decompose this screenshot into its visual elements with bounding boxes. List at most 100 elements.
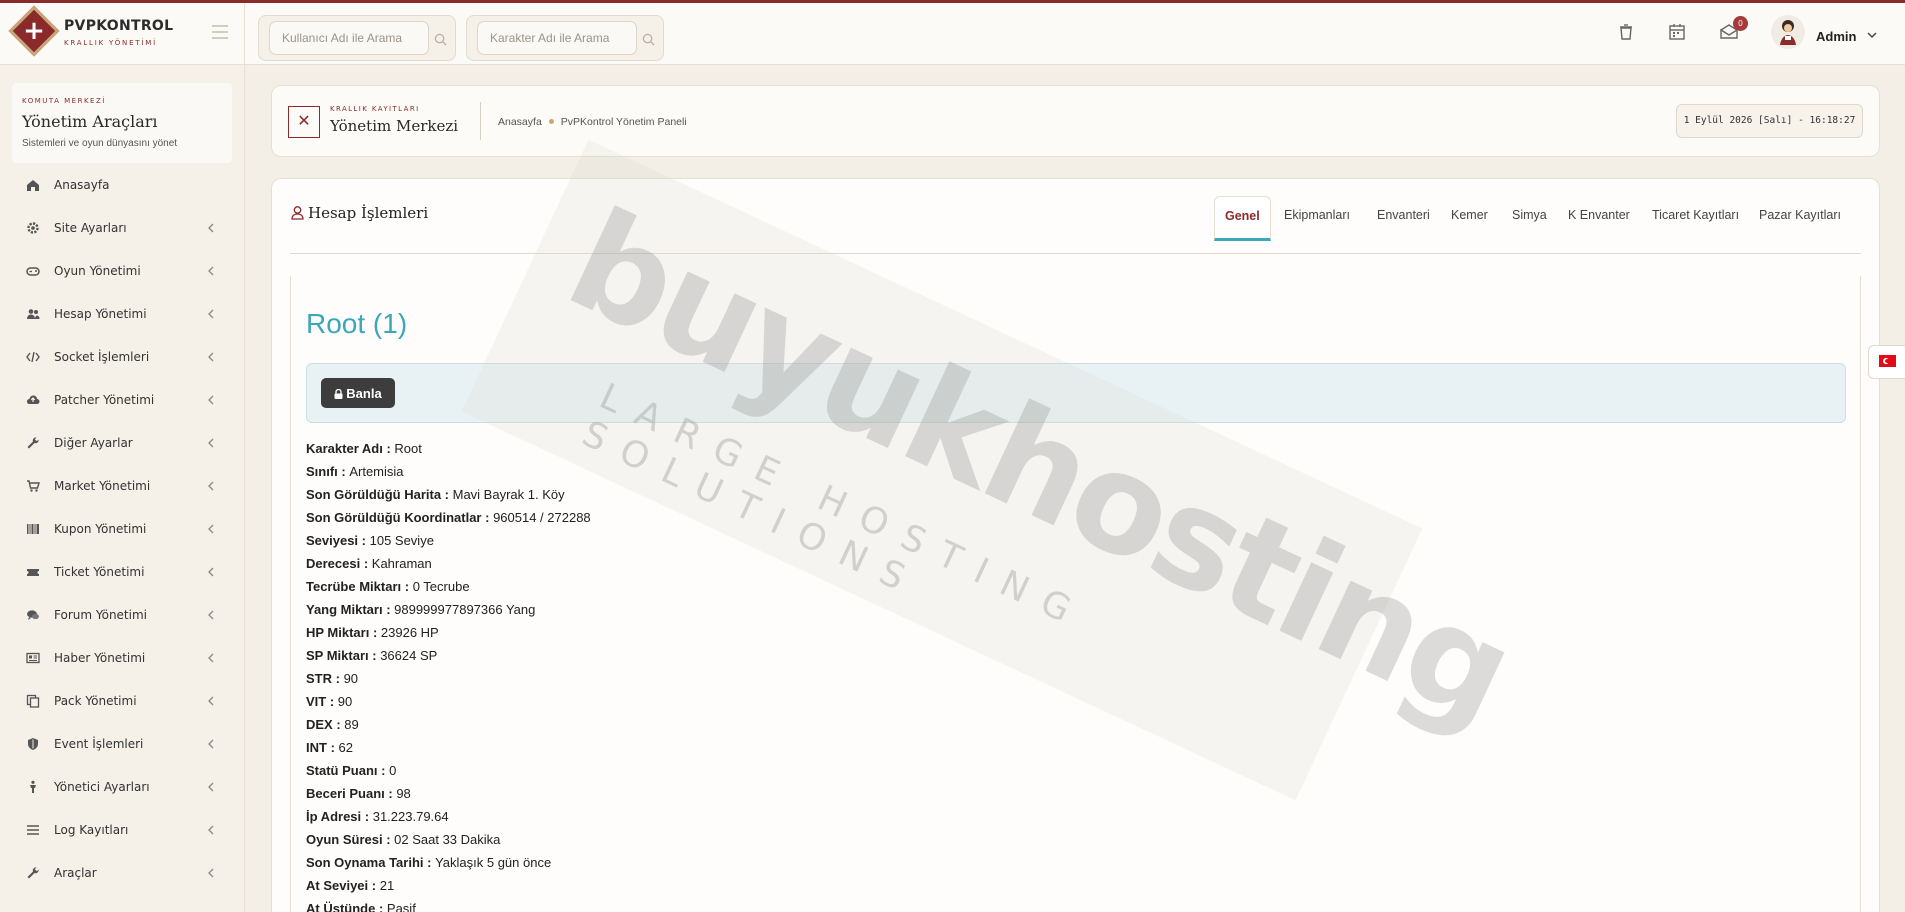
sidebar-item-anasayfa[interactable]: Anasayfa (0, 167, 245, 203)
info-value: Pasif (386, 901, 416, 912)
sidebar: KOMUTA MERKEZİ Yönetim Araçları Sistemle… (0, 65, 245, 912)
sidebar-item-yonetici-ayarlari[interactable]: Yönetici Ayarları (0, 769, 245, 805)
info-row: VIT : 90 (306, 694, 353, 709)
breadcrumb: Anasayfa PvPKontrol Yönetim Paneli (498, 116, 687, 128)
character-search-input[interactable] (477, 21, 637, 55)
brand[interactable]: + PVPKONTROL KRALLIK YÖNETİMİ (0, 3, 245, 65)
info-label: Son Görüldüğü Koordinatlar (306, 510, 482, 525)
sidebar-item-patcher-yonetimi[interactable]: Patcher Yönetimi (0, 382, 245, 418)
tab-envanteri[interactable]: Envanteri (1367, 196, 1440, 241)
sidebar-item-araclar[interactable]: Araçlar (0, 855, 245, 891)
info-label: Karakter Adı (306, 441, 383, 456)
sidebar-item-forum-yonetimi[interactable]: Forum Yönetimi (0, 597, 245, 633)
gear-icon (27, 222, 39, 234)
tab-simya[interactable]: Simya (1502, 196, 1557, 241)
sidebar-item-haber-yonetimi[interactable]: Haber Yönetimi (0, 640, 245, 676)
info-label: At Üstünde (306, 901, 376, 912)
sidebar-item-diger-ayarlar[interactable]: Diğer Ayarlar (0, 425, 245, 461)
sidebar-item-label: Ticket Yönetimi (54, 565, 145, 579)
sidebar-item-hesap-yonetimi[interactable]: Hesap Yönetimi (0, 296, 245, 332)
info-label: Yang Miktarı (306, 602, 383, 617)
chevron-left-icon (208, 782, 214, 792)
info-value: 105 Seviye (369, 533, 434, 548)
info-label: Statü Puanı (306, 763, 378, 778)
sidebar-item-label: Haber Yönetimi (54, 651, 146, 665)
info-row: Karakter Adı : Root (306, 441, 422, 456)
info-value: Yaklaşık 5 gün önce (435, 855, 552, 870)
info-value: Mavi Bayrak 1. Köy (452, 487, 565, 502)
brand-subtitle: KRALLIK YÖNETİMİ (64, 39, 157, 47)
sidebar-item-site-ayarlari[interactable]: Site Ayarları (0, 210, 245, 246)
sidebar-item-socket-islemleri[interactable]: Socket İşlemleri (0, 339, 245, 375)
account-card: Hesap İşlemleri Genel Ekipmanları Envant… (271, 178, 1880, 912)
ban-button[interactable]: Banla (321, 378, 395, 408)
info-row: Yang Miktarı : 989999977897366 Yang (306, 602, 536, 617)
tab-pazar-kayitlari[interactable]: Pazar Kayıtları (1749, 196, 1851, 241)
info-label: Derecesi (306, 556, 361, 571)
sidebar-item-label: Kupon Yönetimi (54, 522, 147, 536)
info-value: 90 (337, 694, 353, 709)
info-label: Oyun Süresi (306, 832, 383, 847)
admin-name[interactable]: Admin (1816, 29, 1856, 44)
info-row: SP Miktarı : 36624 SP (306, 648, 438, 663)
chevron-left-icon (208, 395, 214, 405)
user-icon (291, 206, 304, 220)
chevron-down-icon[interactable] (1866, 29, 1878, 41)
cloud-upload-icon (27, 395, 40, 404)
tab-k-envanter[interactable]: K Envanter (1558, 196, 1640, 241)
ban-panel: Banla (306, 363, 1846, 423)
sidebar-item-market-yonetimi[interactable]: Market Yönetimi (0, 468, 245, 504)
sidebar-item-log-kayitlari[interactable]: Log Kayıtları (0, 812, 245, 848)
notification-badge: 0 (1733, 16, 1748, 31)
info-value: Kahraman (371, 556, 432, 571)
info-row: İp Adresi : 31.223.79.64 (306, 809, 449, 824)
info-row: At Üstünde : Pasif (306, 901, 591, 912)
user-search-input[interactable] (269, 21, 429, 55)
sidebar-item-pack-yonetimi[interactable]: Pack Yönetimi (0, 683, 245, 719)
info-value: 989999977897366 Yang (394, 602, 536, 617)
calendar-icon[interactable] (1666, 21, 1688, 43)
breadcrumb-card: ✕ KRALLIK KAYITLARI Yönetim Merkezi Anas… (271, 85, 1880, 157)
info-value: 23926 HP (380, 625, 439, 640)
search-icon[interactable] (642, 33, 655, 46)
info-label: HP Miktarı (306, 625, 370, 640)
trash-icon[interactable] (1615, 21, 1637, 43)
info-value: 02 Saat 33 Dakika (394, 832, 501, 847)
chevron-left-icon (208, 223, 214, 233)
info-value: 960514 / 272288 (493, 510, 591, 525)
chevron-left-icon (208, 739, 214, 749)
sidebar-item-kupon-yonetimi[interactable]: Kupon Yönetimi (0, 511, 245, 547)
home-icon (27, 180, 39, 191)
sidebar-eyebrow: KOMUTA MERKEZİ (22, 97, 106, 105)
chevron-left-icon (208, 309, 214, 319)
sidebar-item-ticket-yonetimi[interactable]: Ticket Yönetimi (0, 554, 245, 590)
language-switcher[interactable] (1868, 345, 1905, 379)
tab-genel[interactable]: Genel (1214, 196, 1271, 241)
avatar[interactable] (1771, 15, 1805, 49)
sidebar-item-label: Araçlar (54, 866, 97, 880)
card-title-text: Hesap İşlemleri (308, 204, 429, 222)
breadcrumb-home-link[interactable]: Anasayfa (498, 116, 542, 128)
info-row: Derecesi : Kahraman (306, 556, 432, 571)
sidebar-item-oyun-yonetimi[interactable]: Oyun Yönetimi (0, 253, 245, 289)
sidebar-item-event-islemleri[interactable]: Event İşlemleri (0, 726, 245, 762)
close-icon[interactable]: ✕ (288, 106, 320, 138)
sidebar-item-label: Pack Yönetimi (54, 694, 137, 708)
info-value: 31.223.79.64 (372, 809, 449, 824)
chevron-left-icon (208, 481, 214, 491)
info-row: Son Oynama Tarihi : Yaklaşık 5 gün önce (306, 855, 552, 870)
info-value: 36624 SP (380, 648, 438, 663)
tab-ekipmanlari[interactable]: Ekipmanları (1274, 196, 1360, 241)
info-row: INT : 62 (306, 740, 353, 755)
tab-kemer[interactable]: Kemer (1441, 196, 1498, 241)
person-icon (30, 780, 36, 793)
menu-toggle-icon[interactable] (212, 25, 228, 39)
user-search (258, 15, 456, 61)
info-row: Beceri Puanı : 98 (306, 786, 411, 801)
logo-icon: + (8, 5, 60, 57)
search-icon[interactable] (434, 33, 447, 46)
ticket-icon (27, 569, 39, 576)
info-value: 98 (396, 786, 411, 801)
tab-ticaret-kayitlari[interactable]: Ticaret Kayıtları (1642, 196, 1749, 241)
character-search (466, 15, 664, 61)
